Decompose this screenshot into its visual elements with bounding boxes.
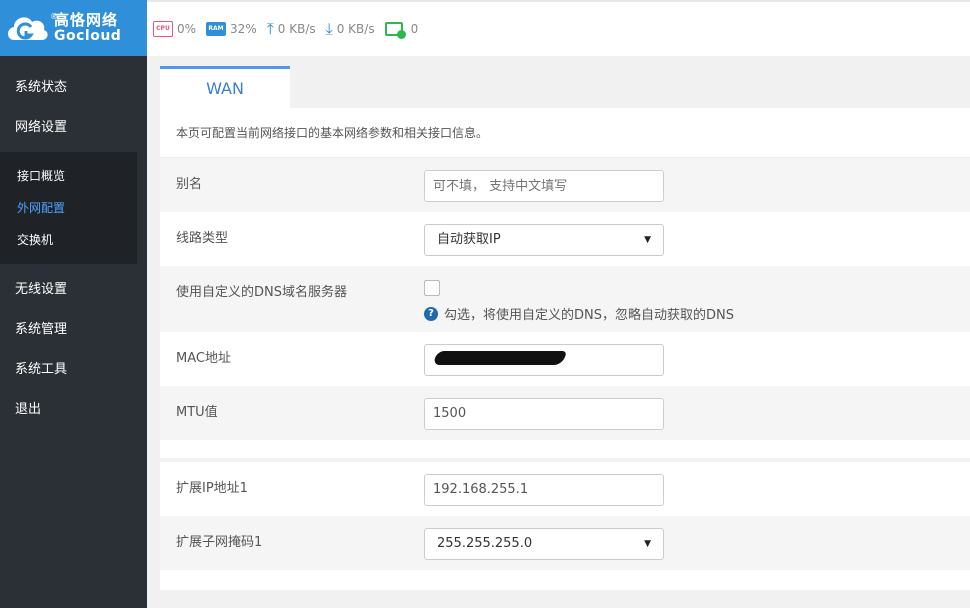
help-icon: ?	[424, 306, 438, 321]
row-custom-dns: 使用自定义的DNS域名服务器 ? 勾选，将使用自定义的DNS，忽略自动获取的DN…	[160, 266, 970, 332]
sidebar-item-system-tools[interactable]: 系统工具	[0, 350, 147, 390]
sidebar-nav: 系统状态 网络设置 接口概览 外网配置 交换机 无线设置 系统管理 系统工具 退…	[0, 68, 147, 430]
chevron-down-icon: ▼	[644, 235, 651, 245]
registered-mark: ®	[50, 12, 58, 21]
main-content: WAN 本页可配置当前网络接口的基本网络参数和相关接口信息。 别名 线路类型 自…	[160, 66, 970, 608]
sidebar-item-logout[interactable]: 退出	[0, 390, 147, 430]
ext-mask-select[interactable]: 255.255.255.0 ▼	[424, 528, 664, 560]
redaction-mark	[433, 351, 567, 365]
row-mac: MAC地址	[160, 332, 970, 386]
upload-value: 0 KB/s	[277, 22, 316, 36]
download-arrow-icon: ⤓	[325, 19, 333, 38]
download-stat: ⤓ 0 KB/s	[326, 21, 375, 37]
sidebar-subitem-switch[interactable]: 交换机	[0, 224, 137, 256]
chevron-down-icon: ▼	[644, 539, 651, 549]
row-ext-mask: 扩展子网掩码1 255.255.255.0 ▼	[160, 516, 970, 570]
line-type-select[interactable]: 自动获取IP ▼	[424, 224, 664, 256]
upload-arrow-icon: ⤒	[266, 19, 274, 38]
network-subnav: 接口概览 外网配置 交换机	[0, 152, 137, 264]
line-type-label: 线路类型	[176, 231, 229, 246]
status-bar: CPU 0% RAM 32% ⤒ 0 KB/s ⤓ 0 KB/s 0	[147, 0, 970, 56]
alias-label: 别名	[176, 177, 203, 192]
row-line-type: 线路类型 自动获取IP ▼	[160, 212, 970, 266]
monitor-check-icon	[384, 22, 406, 39]
clients-stat: 0	[384, 22, 419, 39]
tab-wan[interactable]: WAN	[160, 66, 290, 108]
brand-name-en: Gocloud	[54, 28, 122, 44]
clients-value: 0	[410, 22, 419, 36]
custom-dns-hint: ? 勾选，将使用自定义的DNS，忽略自动获取的DNS	[424, 304, 734, 323]
cpu-value: 0%	[177, 22, 197, 36]
sidebar-item-system-management[interactable]: 系统管理	[0, 310, 147, 350]
ram-stat: RAM 32%	[206, 22, 257, 36]
ext-mask-value: 255.255.255.0	[437, 536, 533, 551]
ext-ip-label: 扩展IP地址1	[176, 481, 248, 496]
alias-input[interactable]	[424, 170, 664, 202]
wan-form-panel: 本页可配置当前网络接口的基本网络参数和相关接口信息。 别名 线路类型 自动获取I…	[160, 108, 970, 590]
ram-value: 32%	[230, 22, 257, 36]
cpu-icon: CPU	[153, 21, 173, 37]
sidebar-subitem-wan-config[interactable]: 外网配置	[0, 192, 137, 224]
mtu-input[interactable]: 1500	[424, 398, 664, 430]
cpu-stat: CPU 0%	[153, 21, 196, 37]
custom-dns-label: 使用自定义的DNS域名服务器	[176, 285, 347, 300]
custom-dns-checkbox[interactable]	[424, 280, 440, 296]
mtu-label: MTU值	[176, 405, 218, 420]
tab-bar: WAN	[160, 66, 970, 108]
sidebar: ® 高恪网络 Gocloud 系统状态 网络设置 接口概览 外网配置 交换机 无…	[0, 0, 147, 608]
mac-label: MAC地址	[176, 351, 231, 366]
row-alias: 别名	[160, 158, 970, 212]
row-ext-ip: 扩展IP地址1 192.168.255.1	[160, 462, 970, 516]
sidebar-item-wireless-settings[interactable]: 无线设置	[0, 270, 147, 310]
ext-ip-input[interactable]: 192.168.255.1	[424, 474, 664, 506]
sidebar-subitem-interface-overview[interactable]: 接口概览	[0, 160, 137, 192]
sidebar-item-system-status[interactable]: 系统状态	[0, 68, 147, 108]
mac-input[interactable]	[424, 344, 664, 376]
sidebar-item-network-settings[interactable]: 网络设置	[0, 108, 147, 148]
row-mtu: MTU值 1500	[160, 386, 970, 440]
brand-name-cn: 高恪网络	[54, 11, 119, 29]
line-type-value: 自动获取IP	[437, 232, 501, 247]
page-description: 本页可配置当前网络接口的基本网络参数和相关接口信息。	[160, 108, 970, 158]
upload-stat: ⤒ 0 KB/s	[267, 21, 316, 37]
download-value: 0 KB/s	[336, 22, 375, 36]
logo: ® 高恪网络 Gocloud	[0, 0, 147, 56]
cloud-logo-icon	[8, 17, 48, 40]
ext-mask-label: 扩展子网掩码1	[176, 535, 263, 550]
custom-dns-hint-text: 勾选，将使用自定义的DNS，忽略自动获取的DNS	[444, 308, 734, 323]
ram-icon: RAM	[206, 22, 227, 36]
